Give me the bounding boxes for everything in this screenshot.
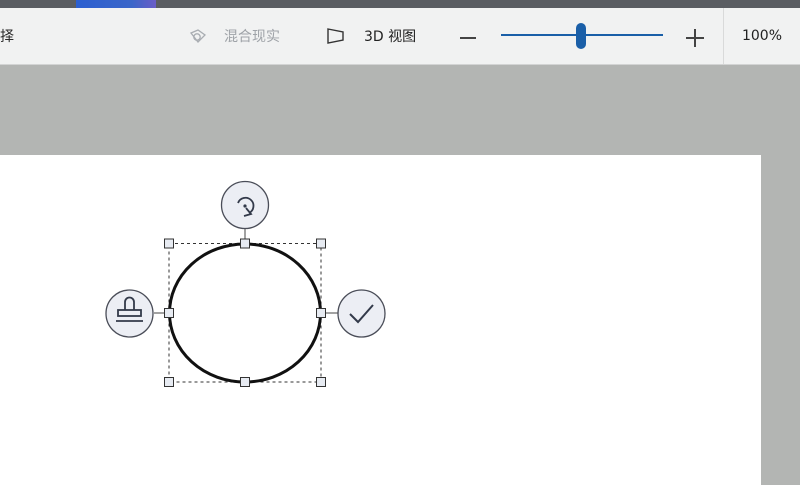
stamp-icon[interactable] (105, 289, 154, 338)
resize-handle-br[interactable] (316, 377, 326, 387)
resize-handle-tc[interactable] (240, 238, 250, 249)
selection-overlay (105, 180, 386, 387)
resize-handle-bl[interactable] (164, 377, 174, 387)
resize-handle-mr[interactable] (316, 308, 326, 318)
rotate-icon[interactable] (220, 180, 270, 230)
resize-handle-ml[interactable] (164, 308, 174, 318)
resize-handle-tl[interactable] (164, 238, 174, 249)
ellipse-shape[interactable] (168, 242, 322, 384)
resize-handle-bc[interactable] (240, 377, 250, 387)
resize-handle-tr[interactable] (316, 238, 326, 249)
checkmark-icon[interactable] (337, 289, 386, 338)
